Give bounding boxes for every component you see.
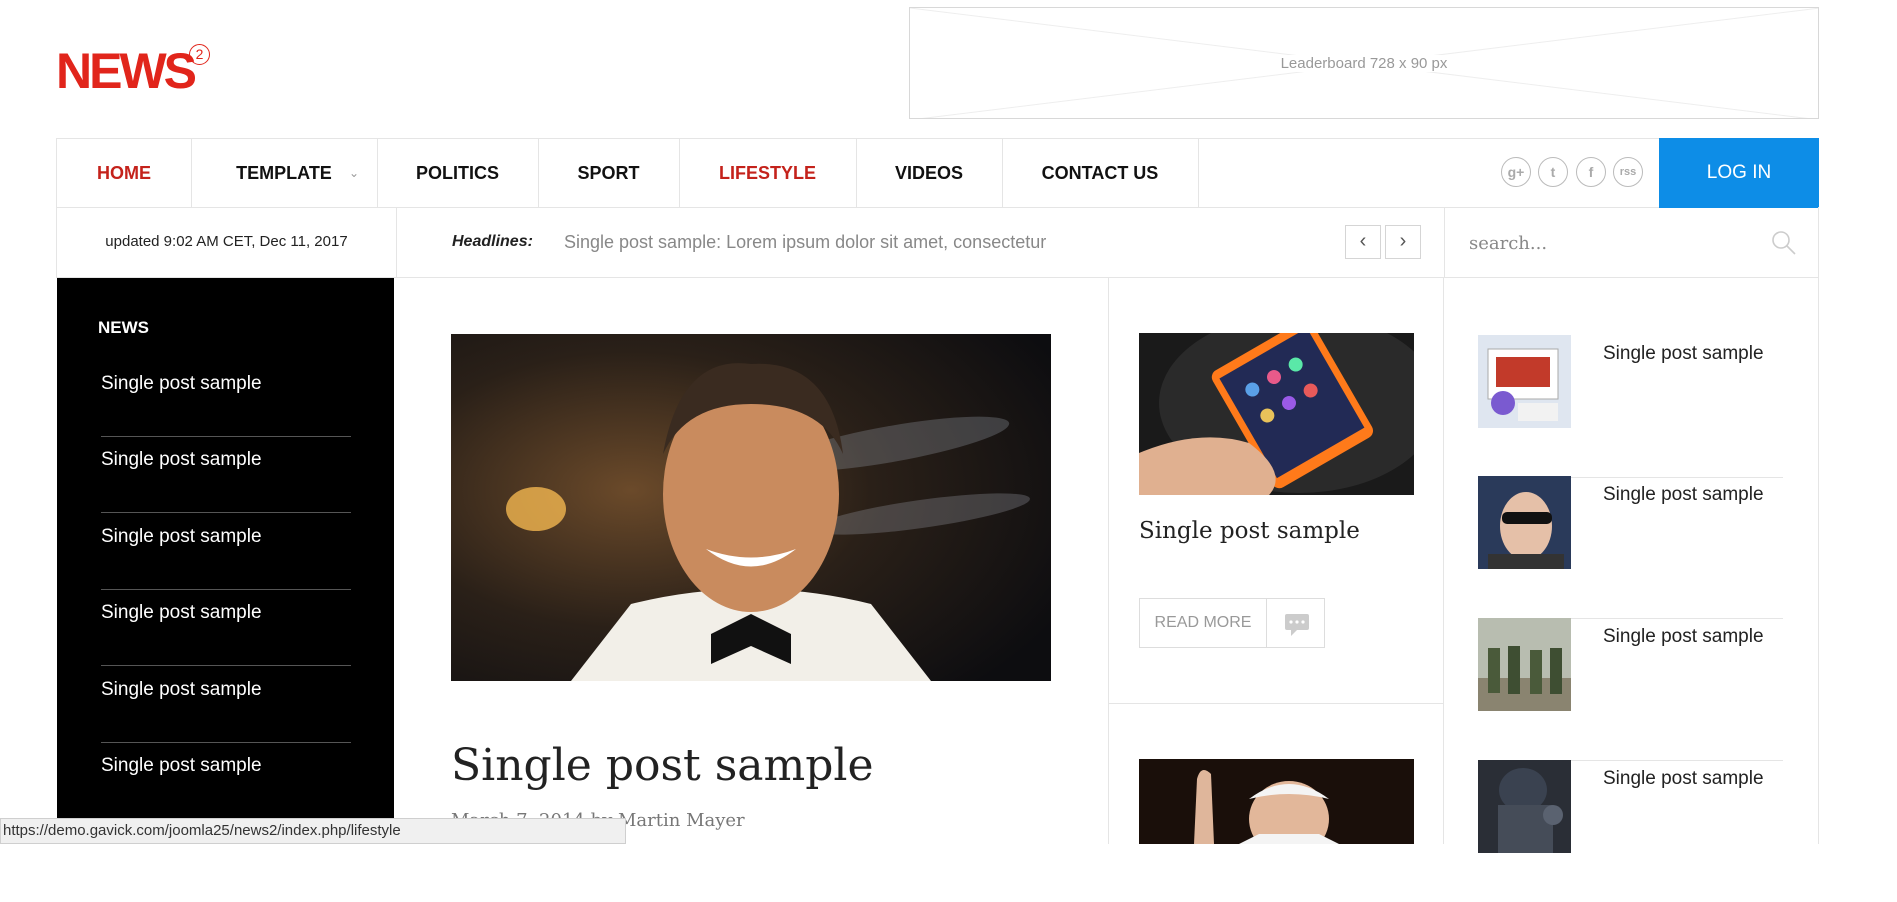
search-icon[interactable] — [1770, 229, 1798, 257]
nav-lifestyle[interactable]: LIFESTYLE — [679, 139, 857, 207]
twitter-icon[interactable]: t — [1538, 157, 1568, 187]
column-divider — [1818, 278, 1819, 844]
main-article-image[interactable] — [451, 334, 1051, 681]
ticker-next-button[interactable]: › — [1385, 225, 1421, 259]
nav-politics[interactable]: POLITICS — [377, 139, 539, 207]
search-box — [1444, 207, 1820, 277]
news-panel-item[interactable]: Single post sample — [101, 589, 351, 666]
column-divider — [1443, 278, 1444, 844]
side-list-item[interactable]: Single post sample — [1478, 618, 1783, 761]
row-divider — [1108, 703, 1443, 704]
login-button[interactable]: LOG IN — [1659, 138, 1819, 208]
nav-template-label: TEMPLATE — [236, 163, 332, 183]
nav-contact-us[interactable]: CONTACT US — [1002, 139, 1199, 207]
nav-template[interactable]: TEMPLATE ⌄ — [191, 139, 378, 207]
side-item-title: Single post sample — [1603, 484, 1764, 505]
comment-icon — [1285, 614, 1309, 636]
news-panel-item[interactable]: Single post sample — [101, 742, 351, 818]
logo-superscript: 2 — [189, 44, 210, 65]
comment-button[interactable] — [1266, 598, 1325, 648]
google-plus-icon[interactable]: g+ — [1501, 157, 1531, 187]
read-more-button[interactable]: READ MORE — [1139, 598, 1267, 648]
ticker-prev-button[interactable]: ‹ — [1345, 225, 1381, 259]
news-panel-title: NEWS — [98, 318, 149, 337]
search-input[interactable] — [1467, 227, 1751, 259]
middle-article-image[interactable] — [1139, 333, 1414, 495]
nav-home[interactable]: HOME — [57, 139, 192, 207]
nav-sport[interactable]: SPORT — [538, 139, 680, 207]
updated-timestamp: updated 9:02 AM CET, Dec 11, 2017 — [57, 207, 397, 277]
main-article-title[interactable]: Single post sample — [451, 740, 874, 791]
news-panel: NEWS Single post sample Single post samp… — [57, 278, 394, 844]
middle-article-title[interactable]: Single post sample — [1139, 518, 1360, 544]
news-panel-item[interactable]: Single post sample — [101, 513, 351, 590]
side-list-item[interactable]: Single post sample — [1478, 476, 1783, 619]
site-logo[interactable]: NEWS — [56, 46, 197, 96]
side-list-item[interactable]: Single post sample — [1478, 760, 1783, 902]
side-item-thumbnail — [1478, 618, 1571, 711]
main-nav: HOME TEMPLATE ⌄ POLITICS SPORT LIFESTYLE… — [56, 138, 1819, 208]
info-bar: updated 9:02 AM CET, Dec 11, 2017 Headli… — [56, 207, 1819, 278]
side-item-title: Single post sample — [1603, 626, 1764, 647]
side-item-thumbnail — [1478, 335, 1571, 428]
side-item-thumbnail — [1478, 476, 1571, 569]
news-panel-item[interactable]: Single post sample — [101, 666, 351, 743]
browser-status-bar: https://demo.gavick.com/joomla25/news2/i… — [0, 818, 626, 844]
leaderboard-label: Leaderboard 728 x 90 px — [1270, 55, 1458, 72]
side-item-title: Single post sample — [1603, 343, 1764, 364]
news-panel-item[interactable]: Single post sample — [101, 436, 351, 513]
column-divider — [1108, 278, 1109, 844]
headline-ticker-link[interactable]: Single post sample: Lorem ipsum dolor si… — [564, 207, 1046, 277]
middle-article-image-2[interactable] — [1139, 759, 1414, 844]
side-item-title: Single post sample — [1603, 768, 1764, 789]
headlines-label: Headlines: — [452, 233, 533, 250]
chevron-down-icon: ⌄ — [348, 166, 359, 180]
leaderboard-ad[interactable]: Leaderboard 728 x 90 px — [909, 7, 1819, 119]
side-item-thumbnail — [1478, 760, 1571, 853]
nav-videos[interactable]: VIDEOS — [856, 139, 1003, 207]
facebook-icon[interactable]: f — [1576, 157, 1606, 187]
side-list-item[interactable]: Single post sample — [1478, 335, 1783, 478]
rss-icon[interactable]: rss — [1613, 157, 1643, 187]
news-panel-item[interactable]: Single post sample — [101, 360, 351, 437]
